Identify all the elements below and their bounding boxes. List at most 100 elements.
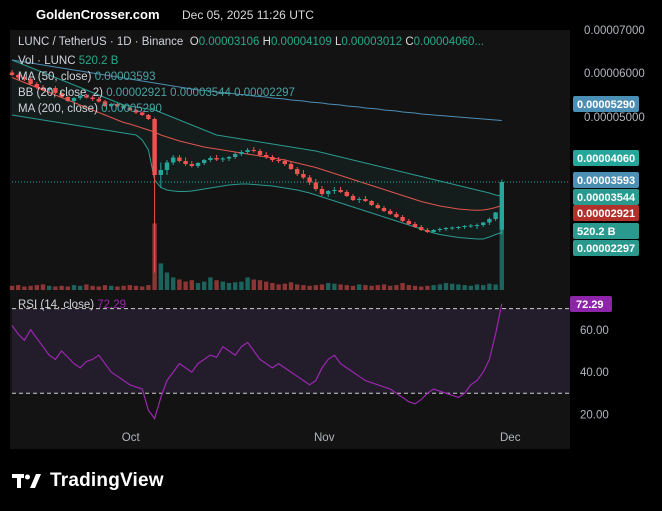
legend-open: 0.00003106 <box>198 36 260 48</box>
candle-body <box>412 224 418 227</box>
volume-bar <box>332 283 337 290</box>
legend-rsi-value: 72.29 <box>97 299 127 311</box>
price-tick-label: 0.00005000 <box>584 112 645 124</box>
volume-bar <box>251 279 256 290</box>
candle-body <box>195 163 201 166</box>
candle-body <box>437 229 442 230</box>
legend-high-label: H <box>262 36 271 48</box>
volume-bar <box>344 285 349 290</box>
volume-bar <box>16 285 21 290</box>
candle-body <box>146 115 151 119</box>
candle-body <box>202 160 207 163</box>
candle-body <box>350 196 356 200</box>
volume-bar <box>96 286 101 290</box>
volume-bar <box>257 280 263 290</box>
volume-bar <box>109 285 114 290</box>
legend-symbol: LUNC / TetherUS · 1D · Binance <box>18 36 184 48</box>
volume-bar <box>183 281 188 290</box>
legend-ma200-label: MA (200, close) <box>18 103 98 115</box>
legend-ma50-label: MA (50, close) <box>18 71 92 83</box>
x-tick-label: Oct <box>122 432 141 444</box>
volume-bar <box>158 263 163 290</box>
price-label-text: 0.00003593 <box>577 175 635 187</box>
x-tick-label: Dec <box>500 432 521 444</box>
candle-body <box>313 182 318 189</box>
volume-bar <box>53 286 58 290</box>
volume-bar <box>146 285 151 290</box>
volume-bar <box>319 284 325 290</box>
volume-bar <box>202 281 207 290</box>
legend-bb-values: 0.00002921 0.00003544 0.00002297 <box>106 87 295 99</box>
legend-high: 0.00004109 <box>270 36 332 48</box>
candle-body <box>295 169 300 174</box>
volume-bar <box>381 284 387 290</box>
rsi-band-fill <box>12 308 570 394</box>
candle-body <box>443 228 449 229</box>
volume-bar <box>338 284 343 290</box>
legend-vol-label: Vol · LUNC <box>18 55 76 67</box>
volume-bar <box>437 284 442 290</box>
volume-bar <box>164 272 170 290</box>
rsi-tick-label: 60.00 <box>580 325 609 337</box>
candle-body <box>301 174 306 178</box>
candle-body <box>233 154 238 157</box>
volume-bar <box>208 277 213 290</box>
volume-bar <box>313 285 318 290</box>
volume-bar <box>65 286 70 290</box>
volume-bar <box>468 285 473 290</box>
candle-body <box>499 182 504 230</box>
legend-close: 0.00004060... <box>413 36 484 48</box>
candle-body <box>164 162 170 170</box>
legend-volume-row: Vol · LUNC 520.2 B <box>18 55 118 67</box>
candle-body <box>319 189 325 194</box>
volume-bar <box>220 281 225 290</box>
volume-bar <box>59 285 64 290</box>
volume-bar <box>233 282 238 290</box>
candle-body <box>388 211 393 214</box>
candle-body <box>245 150 250 152</box>
legend-bb-row: BB (20, close, 2) 0.00002921 0.00003544 … <box>18 87 295 99</box>
candle-body <box>96 99 101 102</box>
candle-body <box>363 199 368 201</box>
candle-body <box>450 227 455 229</box>
legend-vol-value: 520.2 B <box>78 55 119 67</box>
volume-bar <box>481 285 486 290</box>
volume-bar <box>195 283 201 290</box>
price-label-text: 0.00002921 <box>577 208 635 220</box>
x-tick-label: Nov <box>314 432 335 444</box>
candle-body <box>226 157 232 159</box>
volume-bar <box>394 285 399 290</box>
rsi-last-label: 72.29 <box>576 299 604 311</box>
volume-bar <box>388 285 393 290</box>
volume-bar <box>71 285 77 290</box>
legend-rsi-label: RSI (14, close) <box>18 299 95 311</box>
volume-bar <box>239 281 244 290</box>
candle-body <box>183 161 188 164</box>
legend-open-label: O <box>189 36 199 48</box>
candle-body <box>394 214 399 217</box>
candle-body <box>338 190 343 192</box>
candle-body <box>381 208 387 211</box>
candle-body <box>419 227 424 230</box>
rsi-tick-label: 20.00 <box>580 409 609 421</box>
volume-bar <box>288 282 294 290</box>
volume-bar <box>115 286 120 290</box>
legend-ma200-value: 0.00005290 <box>101 103 162 115</box>
price-label-text: 0.00003544 <box>577 192 636 204</box>
candle-body <box>375 205 380 208</box>
candle-body <box>9 72 15 75</box>
volume-bar <box>226 283 232 290</box>
candle-body <box>158 170 163 175</box>
volume-bar <box>133 285 139 290</box>
legend-ma200-row: MA (200, close) 0.00005290 <box>18 103 162 115</box>
price-tick-label: 0.00007000 <box>584 25 645 37</box>
candle-body <box>251 150 256 151</box>
candle-body <box>264 155 269 157</box>
volume-bar <box>443 283 449 290</box>
candle-body <box>462 226 467 227</box>
tradingview-logo[interactable]: TradingView <box>12 470 164 492</box>
volume-bar <box>34 285 39 290</box>
volume-bar <box>350 285 356 290</box>
volume-bar <box>102 285 108 290</box>
volume-bar <box>400 283 405 290</box>
